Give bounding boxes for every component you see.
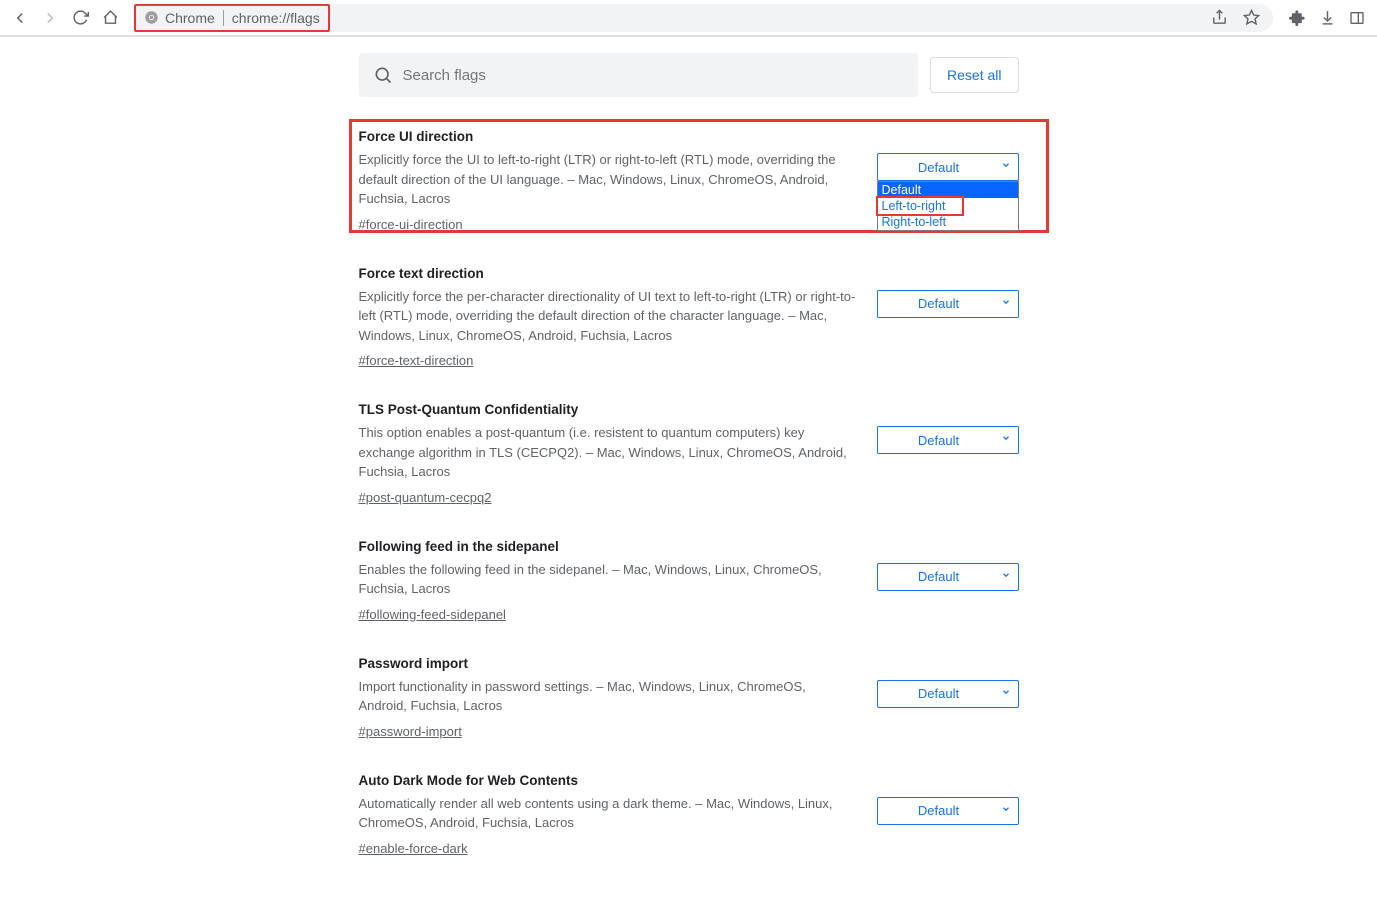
flag-select-following-feed-sidepanel[interactable]: Default (877, 563, 1019, 591)
reset-all-button[interactable]: Reset all (930, 57, 1018, 93)
browser-toolbar: Chrome chrome://flags (0, 0, 1377, 36)
flag-select-force-ui-direction[interactable]: Default (877, 153, 1019, 181)
url-text: chrome://flags (232, 10, 320, 26)
bookmark-star-icon[interactable] (1239, 6, 1263, 30)
flag-description: Explicitly force the UI to left-to-right… (359, 150, 857, 209)
flag-title: Force text direction (359, 266, 857, 281)
extensions-icon[interactable] (1285, 6, 1309, 30)
dropdown-option-ltr-label: Left-to-right (882, 199, 946, 213)
home-button[interactable] (98, 6, 122, 30)
search-flags-box[interactable] (359, 53, 919, 97)
flag-select-password-import[interactable]: Default (877, 680, 1019, 708)
downloads-icon[interactable] (1315, 6, 1339, 30)
dropdown-option-ltr[interactable]: Left-to-right (878, 198, 1018, 214)
chip-divider (223, 10, 224, 26)
flag-select-auto-dark-mode[interactable]: Default (877, 797, 1019, 825)
flag-anchor-link[interactable]: #post-quantum-cecpq2 (359, 490, 492, 505)
back-button[interactable] (8, 6, 32, 30)
flag-description: This option enables a post-quantum (i.e.… (359, 423, 857, 482)
search-flags-input[interactable] (403, 67, 905, 84)
forward-button (38, 6, 62, 30)
site-chip-label: Chrome (165, 10, 215, 26)
flag-title: Following feed in the sidepanel (359, 539, 857, 554)
sidepanel-icon[interactable] (1345, 6, 1369, 30)
dropdown-option-default[interactable]: Default (878, 182, 1018, 198)
flag-tls-post-quantum: TLS Post-Quantum Confidentiality This op… (359, 386, 1019, 523)
search-icon (373, 65, 393, 85)
omnibox-highlight-annotation: Chrome chrome://flags (134, 4, 330, 32)
flag-auto-dark-mode: Auto Dark Mode for Web Contents Automati… (359, 757, 1019, 874)
flag-password-import: Password import Import functionality in … (359, 640, 1019, 757)
flag-force-text-direction: Force text direction Explicitly force th… (359, 250, 1019, 387)
flag-anchor-link[interactable]: #force-ui-direction (359, 217, 463, 232)
flag-anchor-link[interactable]: #force-text-direction (359, 353, 474, 368)
flag-anchor-link[interactable]: #following-feed-sidepanel (359, 607, 506, 622)
flag-title: TLS Post-Quantum Confidentiality (359, 402, 857, 417)
flag-description: Import functionality in password setting… (359, 677, 857, 716)
share-icon[interactable] (1207, 6, 1231, 30)
flag-force-ui-direction: Force UI direction Explicitly force the … (359, 113, 1019, 250)
flag-following-feed-sidepanel: Following feed in the sidepanel Enables … (359, 523, 1019, 640)
flag-anchor-link[interactable]: #enable-force-dark (359, 841, 468, 856)
chrome-icon (144, 10, 159, 25)
flag-anchor-link[interactable]: #password-import (359, 724, 462, 739)
flag-description: Automatically render all web contents us… (359, 794, 857, 833)
reload-button[interactable] (68, 6, 92, 30)
flag-select-dropdown: Default Left-to-right Right-to-left (877, 181, 1019, 231)
flag-description: Enables the following feed in the sidepa… (359, 560, 857, 599)
flag-select-force-text-direction[interactable]: Default (877, 290, 1019, 318)
flag-select-tls-post-quantum[interactable]: Default (877, 426, 1019, 454)
site-chip: Chrome (144, 10, 215, 26)
dropdown-option-rtl[interactable]: Right-to-left (878, 214, 1018, 230)
flag-title: Force UI direction (359, 129, 857, 144)
flag-title: Auto Dark Mode for Web Contents (359, 773, 857, 788)
omnibox[interactable]: Chrome chrome://flags (134, 4, 1273, 32)
flag-title: Password import (359, 656, 857, 671)
flag-description: Explicitly force the per-character direc… (359, 287, 857, 346)
flags-page: Reset all Force UI direction Explicitly … (359, 37, 1019, 914)
